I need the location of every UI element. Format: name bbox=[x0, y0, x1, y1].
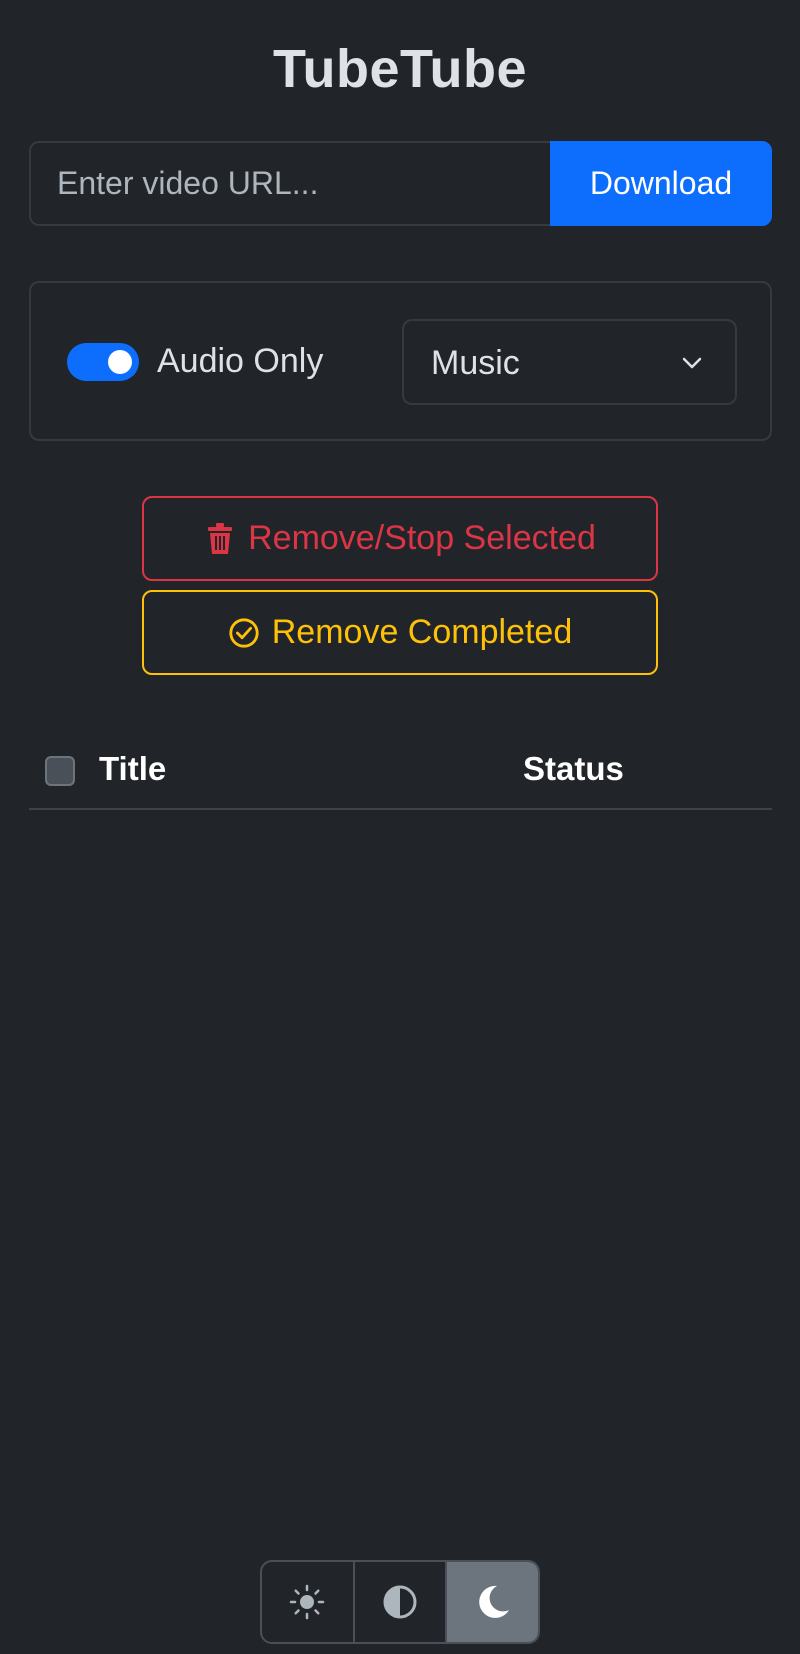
column-header-status: Status bbox=[523, 750, 624, 787]
toggle-knob bbox=[108, 350, 132, 374]
column-header-title: Title bbox=[99, 750, 167, 787]
remove-completed-label: Remove Completed bbox=[271, 613, 573, 651]
audio-only-toggle[interactable] bbox=[67, 343, 139, 381]
chevron-down-icon bbox=[682, 357, 702, 369]
remove-stop-selected-button[interactable]: Remove/Stop Selected bbox=[142, 496, 658, 581]
category-select[interactable]: Music bbox=[402, 319, 737, 405]
category-select-value: Music bbox=[431, 344, 520, 382]
downloads-table-header: Title Status bbox=[29, 728, 772, 810]
audio-only-label: Audio Only bbox=[157, 342, 324, 380]
options-card: Audio Only Music bbox=[29, 281, 772, 441]
theme-auto-button[interactable] bbox=[352, 1562, 446, 1642]
check-circle-icon bbox=[229, 617, 259, 648]
trash-icon bbox=[208, 522, 233, 554]
moon-icon bbox=[478, 1585, 509, 1618]
video-url-input[interactable] bbox=[29, 141, 550, 226]
app-root: TubeTube Download Audio Only Music Remov… bbox=[0, 0, 800, 1654]
contrast-icon bbox=[383, 1585, 417, 1619]
sun-icon bbox=[290, 1584, 325, 1620]
theme-dark-button[interactable] bbox=[445, 1562, 538, 1642]
url-input-group: Download bbox=[29, 141, 772, 226]
theme-light-button[interactable] bbox=[262, 1562, 353, 1642]
download-button[interactable]: Download bbox=[550, 141, 772, 226]
select-all-checkbox[interactable] bbox=[45, 756, 75, 786]
remove-completed-button[interactable]: Remove Completed bbox=[142, 590, 658, 675]
theme-switcher bbox=[260, 1560, 540, 1644]
app-title: TubeTube bbox=[273, 39, 527, 99]
remove-stop-selected-label: Remove/Stop Selected bbox=[248, 519, 596, 557]
